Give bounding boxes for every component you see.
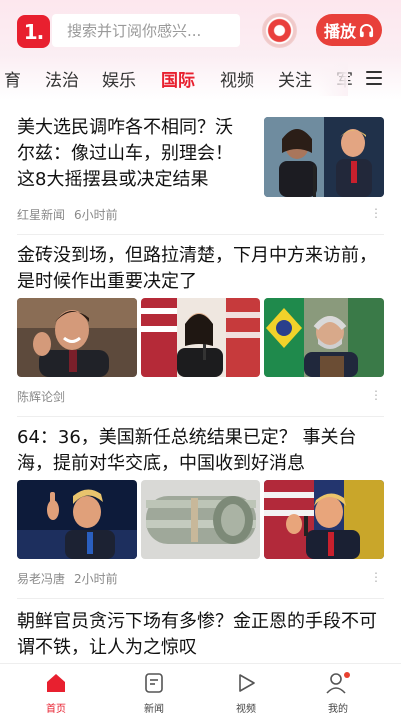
channel-tabs: 育 法治 娱乐 国际 视频 关注 军 bbox=[0, 62, 401, 96]
speaker-at-microphone-photo[interactable] bbox=[141, 298, 260, 377]
divider bbox=[17, 598, 384, 599]
tab-international[interactable]: 国际 bbox=[161, 66, 195, 91]
tab-follow[interactable]: 关注 bbox=[278, 66, 312, 91]
news-feed: 美大选民调咋各不相同？沃尔兹：像过山车，别理会！这8大摇摆县或决定结果 红星新闻… bbox=[0, 100, 401, 663]
more-dots-icon[interactable]: ⋮ bbox=[370, 389, 382, 401]
article-meta: 红星新闻 6小时前 bbox=[17, 206, 118, 223]
nav-profile-label: 我的 bbox=[328, 704, 348, 713]
news-icon bbox=[145, 673, 163, 693]
article-source[interactable]: 陈辉论剑 bbox=[17, 388, 65, 405]
nav-video[interactable]: 视频 bbox=[216, 672, 276, 713]
nav-home-label: 首页 bbox=[46, 704, 66, 713]
play-audio-button[interactable]: 播放 bbox=[316, 14, 382, 46]
search-input[interactable]: 搜索并订阅你感兴... bbox=[52, 14, 240, 47]
bottom-navigation: 首页 新闻 视频 我的 bbox=[0, 663, 401, 713]
hamburger-icon[interactable] bbox=[366, 71, 382, 85]
article-title[interactable]: 64：36，美国新任总统结果已定？ 事关台海，提前对华交底，中国收到好消息 bbox=[17, 425, 384, 477]
divider bbox=[17, 234, 384, 235]
article-meta: 陈辉论剑 bbox=[17, 388, 65, 405]
play-icon bbox=[239, 674, 255, 692]
money-roll-photo[interactable] bbox=[141, 480, 260, 559]
podcast-disc-icon[interactable] bbox=[262, 13, 297, 48]
more-dots-icon[interactable]: ⋮ bbox=[370, 207, 382, 219]
nav-profile[interactable]: 我的 bbox=[308, 672, 368, 713]
article-title[interactable]: 朝鲜官员贪污下场有多惨？金正恩的手段不可谓不铁，让人为之惊叹 bbox=[17, 609, 384, 661]
article-source[interactable]: 易老冯唐 bbox=[17, 570, 65, 587]
article-source[interactable]: 红星新闻 bbox=[17, 206, 65, 223]
nav-video-label: 视频 bbox=[236, 704, 256, 713]
app-logo[interactable]: 1. bbox=[17, 15, 50, 48]
tab-sports[interactable]: 育 bbox=[4, 66, 21, 91]
profile-icon bbox=[326, 672, 350, 694]
nav-news-label: 新闻 bbox=[144, 704, 164, 713]
tab-entertainment[interactable]: 娱乐 bbox=[102, 66, 136, 91]
more-dots-icon[interactable]: ⋮ bbox=[370, 571, 382, 583]
tabs-fade-overlay bbox=[318, 62, 348, 96]
home-icon bbox=[47, 674, 65, 692]
play-audio-label: 播放 bbox=[323, 22, 356, 41]
article-time: 2小时前 bbox=[74, 572, 118, 586]
nav-news[interactable]: 新闻 bbox=[124, 672, 184, 713]
smiling-official-photo[interactable] bbox=[17, 298, 137, 377]
headphones-icon bbox=[359, 23, 374, 37]
top-header: 1. 搜索并订阅你感兴... 播放 育 法治 娱乐 国际 视频 关注 军 bbox=[0, 0, 401, 100]
tab-video[interactable]: 视频 bbox=[220, 66, 254, 91]
nav-home[interactable]: 首页 bbox=[26, 672, 86, 713]
candidate-at-microphone-photo[interactable] bbox=[264, 480, 384, 559]
article-time: 6小时前 bbox=[74, 208, 118, 222]
article-title[interactable]: 金砖没到场，但路拉清楚，下月中方来访前，是时候作出重要决定了 bbox=[17, 243, 384, 295]
article-title[interactable]: 美大选民调咋各不相同？沃尔兹：像过山车，别理会！这8大摇摆县或决定结果 bbox=[17, 115, 249, 193]
news-card[interactable]: 金砖没到场，但路拉清楚，下月中方来访前，是时候作出重要决定了 陈辉论剑 ⋮ bbox=[17, 243, 384, 407]
candidate-pointing-photo[interactable] bbox=[17, 480, 137, 559]
president-at-podium-photo[interactable] bbox=[264, 298, 384, 377]
article-meta: 易老冯唐 2小时前 bbox=[17, 570, 118, 587]
news-card[interactable]: 64：36，美国新任总统结果已定？ 事关台海，提前对华交底，中国收到好消息 易老… bbox=[17, 425, 384, 589]
politicians-at-podium-photo[interactable] bbox=[264, 117, 384, 197]
divider bbox=[17, 416, 384, 417]
tab-law[interactable]: 法治 bbox=[45, 66, 79, 91]
news-card[interactable]: 朝鲜官员贪污下场有多惨？金正恩的手段不可谓不铁，让人为之惊叹 bbox=[17, 609, 384, 663]
news-card[interactable]: 美大选民调咋各不相同？沃尔兹：像过山车，别理会！这8大摇摆县或决定结果 红星新闻… bbox=[17, 115, 384, 225]
